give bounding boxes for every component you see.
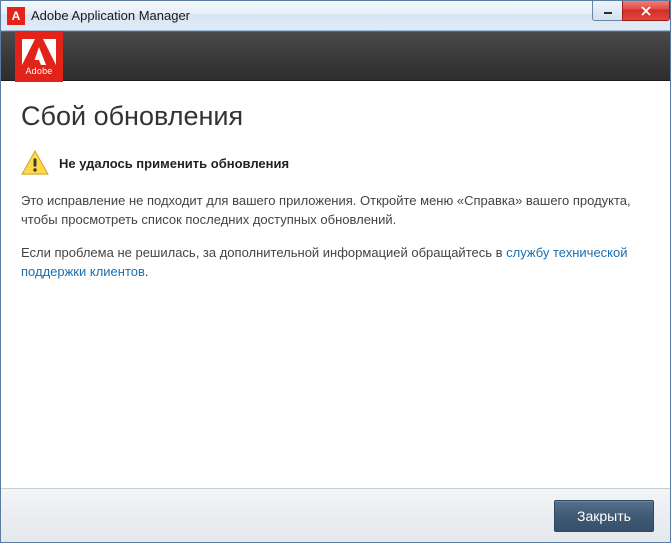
app-icon-letter: A <box>12 10 21 22</box>
close-button-label: Закрыть <box>577 508 631 524</box>
close-window-button[interactable] <box>622 1 670 21</box>
minimize-button[interactable] <box>592 1 622 21</box>
window-title: Adobe Application Manager <box>31 8 190 23</box>
description-paragraph-1: Это исправление не подходит для вашего п… <box>21 192 650 230</box>
window-titlebar[interactable]: A Adobe Application Manager <box>1 1 670 31</box>
warning-icon <box>21 150 49 176</box>
app-icon: A <box>7 7 25 25</box>
adobe-logo-icon <box>22 39 56 65</box>
window-controls <box>592 1 670 21</box>
close-icon <box>640 6 652 16</box>
warning-title: Не удалось применить обновления <box>59 156 289 171</box>
description-paragraph-2: Если проблема не решилась, за дополнител… <box>21 244 650 282</box>
para2-prefix: Если проблема не решилась, за дополнител… <box>21 245 506 260</box>
header-banner: Adobe <box>1 31 670 81</box>
para2-suffix: . <box>145 264 149 279</box>
adobe-logo: Adobe <box>15 31 63 82</box>
footer: Закрыть <box>1 488 670 542</box>
close-button[interactable]: Закрыть <box>554 500 654 532</box>
minimize-icon <box>603 7 613 15</box>
adobe-logo-text: Adobe <box>25 66 52 76</box>
content-area: Сбой обновления Не удалось применить обн… <box>1 81 670 488</box>
page-title: Сбой обновления <box>21 101 650 132</box>
warning-row: Не удалось применить обновления <box>21 150 650 176</box>
window: A Adobe Application Manager Adobe <box>0 0 671 543</box>
